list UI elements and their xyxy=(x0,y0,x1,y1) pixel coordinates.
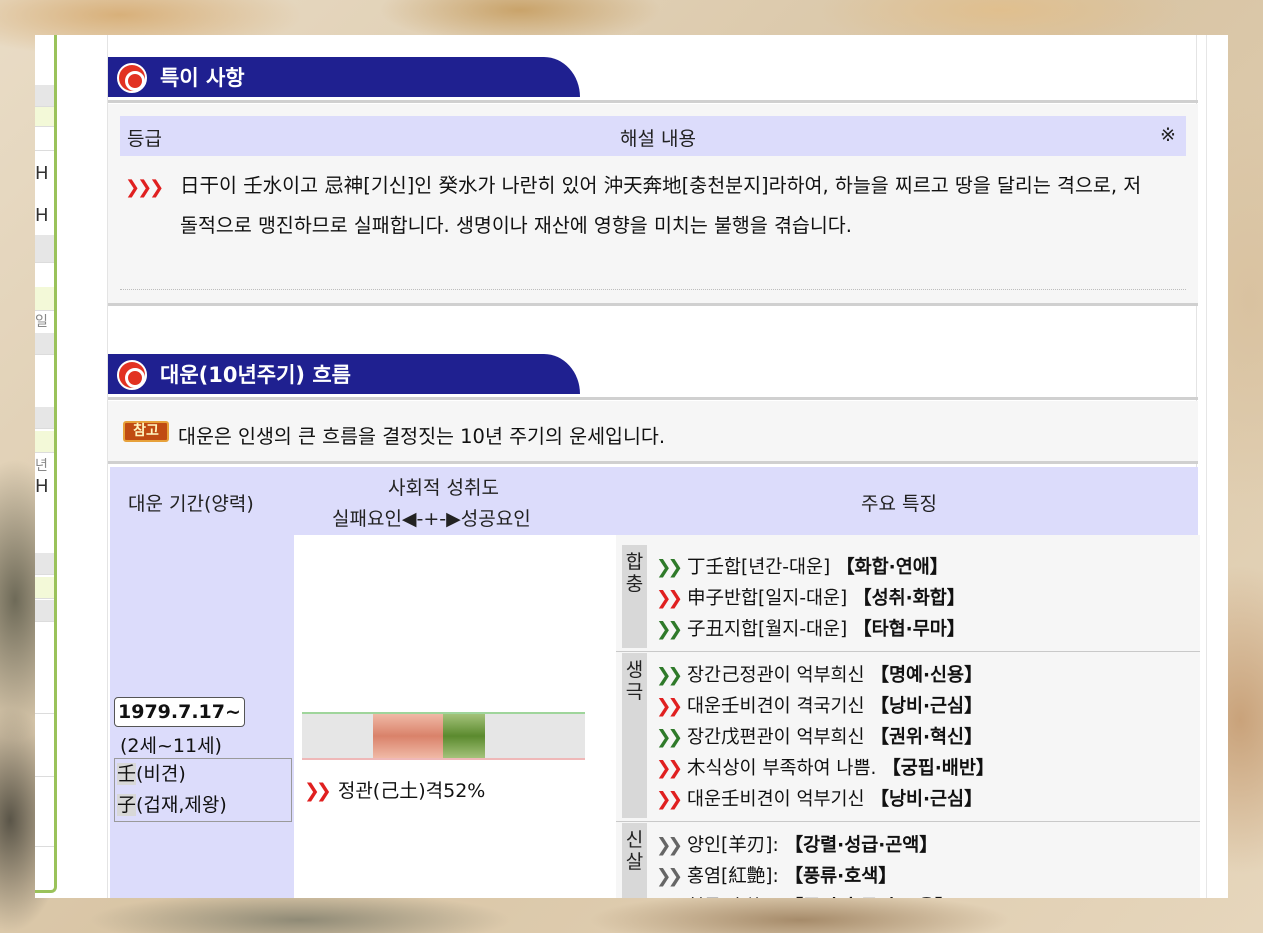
stem-branch-box: 壬(비견) 子(겁재,제왕) xyxy=(114,758,292,822)
branch-char: 子 xyxy=(117,794,137,816)
stem-desc: (비견) xyxy=(136,763,186,785)
daeun-title: 대운(10년주기) 흐름 xyxy=(160,363,351,387)
feature-item-text: 대운壬비견이 격국기신 xyxy=(687,696,865,717)
feature-item-text: 木식상이 부족하여 나쁨. xyxy=(687,758,877,779)
feature-item-text: 협록[夾祿]: xyxy=(687,897,779,898)
main-content: 특이 사항 등급 해설 내용 ※ ❯❯❯ 日干이 壬水이고 忌神[기신]인 癸水… xyxy=(107,35,1200,898)
strip-char-1: H xyxy=(35,163,49,184)
feature-item-keyword: 【낭비·근심】 xyxy=(870,696,983,717)
feature-item: ❯❯ 홍염[紅艶]: 【풍류·호색】 xyxy=(656,862,897,888)
double-chevron-icon: ❯❯ xyxy=(656,619,683,640)
period-date-button[interactable]: 1979.7.17~ xyxy=(114,697,245,727)
feature-item-keyword: 【권위·혁신】 xyxy=(870,727,983,748)
achievement-column-header: 사회적 성취도 xyxy=(388,477,499,499)
content-column-header: 해설 내용 xyxy=(620,128,696,150)
double-chevron-icon: ❯❯ xyxy=(656,665,683,686)
special-notes-title: 특이 사항 xyxy=(160,66,245,90)
feature-item-text: 홍염[紅艶]: xyxy=(687,866,779,887)
feature-group: 생극 ❯❯ 장간己정관이 억부희신 【명예·신용】 ❯❯ 대운壬비견이 격국기신 【낭비… xyxy=(616,653,1200,822)
stem-char: 壬 xyxy=(117,763,137,785)
feature-item: ❯❯ 양인[羊刃]: 【강렬·성급·곤액】 xyxy=(656,831,938,857)
feature-item-keyword: 【궁핍·배반】 xyxy=(882,758,995,779)
double-chevron-icon: ❯❯ xyxy=(656,897,683,898)
feature-item-keyword: 【풍류·호색】 xyxy=(784,866,897,887)
feature-item-keyword: 【주변의 금전 도움】 xyxy=(785,897,954,898)
feature-item-text: 申子반합[일지-대운] xyxy=(687,588,848,609)
feature-item-text: 子丑지합[월지-대운] xyxy=(687,619,848,640)
right-edge xyxy=(1206,35,1228,898)
feature-group: 신살❯❯양인[羊刃]: 【강렬·성급·곤액】❯❯홍염[紅艶]: 【풍류·호색】❯… xyxy=(616,823,1200,898)
double-chevron-icon: ❯❯ xyxy=(656,696,683,717)
section-divider xyxy=(108,397,1198,400)
feature-item: ❯❯ 대운壬비견이 격국기신 【낭비·근심】 xyxy=(656,692,983,718)
triple-chevron-icon: ❯❯❯ xyxy=(125,177,164,198)
target-bullet-icon xyxy=(117,63,147,93)
special-notes-text: 日干이 壬水이고 忌神[기신]인 癸水가 나란히 있어 沖天奔地[충천분지]라하… xyxy=(180,174,1142,237)
branch-desc: (겁재,제왕) xyxy=(136,794,227,816)
double-chevron-icon: ❯❯ xyxy=(656,758,683,779)
feature-item-text: 대운壬비견이 억부기신 xyxy=(687,789,865,810)
pattern-caption-text: 정관(己土)격52% xyxy=(337,780,486,802)
strip-char-5: H xyxy=(35,476,49,497)
left-sidebar-strip: H H 일 년 H xyxy=(35,35,57,893)
feature-item-keyword: 【타협·무마】 xyxy=(853,619,966,640)
feature-item: ❯❯ 협록[夾祿]: 【주변의 금전 도움】 xyxy=(656,893,954,898)
feature-group-label: 합충 xyxy=(622,545,647,648)
period-age: (2세~11세) xyxy=(120,735,222,757)
feature-item: ❯❯ 木식상이 부족하여 나쁨. 【궁핍·배반】 xyxy=(656,754,994,780)
feature-item: ❯❯ 장간戊편관이 억부희신 【권위·혁신】 xyxy=(656,723,983,749)
special-notes-box: 등급 해설 내용 ※ ❯❯❯ 日干이 壬水이고 忌神[기신]인 癸水가 나란히 … xyxy=(108,104,1198,306)
special-notes-table-header: 등급 해설 내용 ※ xyxy=(120,116,1186,156)
feature-item-text: 丁壬합[년간-대운] xyxy=(687,557,831,578)
feature-item-text: 장간戊편관이 억부희신 xyxy=(687,727,865,748)
strip-char-4: 년 xyxy=(35,458,48,474)
double-chevron-icon: ❯❯ xyxy=(304,780,332,802)
daeun-header: 대운(10년주기) 흐름 xyxy=(108,354,580,394)
success-factor-segment xyxy=(442,714,485,758)
page-frame: H H 일 년 H 특이 사항 등급 해설 내용 ※ ❯❯❯ 日干이 壬水이고 … xyxy=(35,35,1228,898)
feature-item-keyword: 【낭비·근심】 xyxy=(870,789,983,810)
features-column-header: 주요 특징 xyxy=(861,493,937,515)
pattern-caption: ❯❯ 정관(己土)격52% xyxy=(304,776,485,803)
double-chevron-icon: ❯❯ xyxy=(656,866,683,887)
reference-badge: 참고 xyxy=(123,421,169,442)
achievement-bar xyxy=(302,712,585,760)
grade-column-header: 등급 xyxy=(127,128,162,150)
strip-char-2: H xyxy=(35,205,49,226)
feature-group: 합충 ❯❯ 丁壬합[년간-대운] 【화합·연애】 ❯❯ 申子반합[일지-대운] 【성취·… xyxy=(616,545,1200,652)
feature-item-keyword: 【강렬·성급·곤액】 xyxy=(784,835,938,856)
daeun-table-header: 대운 기간(양력) 사회적 성취도 실패요인◀-+-▶성공요인 주요 특징 xyxy=(110,467,1198,535)
achievement-scale-header: 실패요인◀-+-▶성공요인 xyxy=(332,508,531,530)
special-notes-header: 특이 사항 xyxy=(108,57,580,97)
period-column-header: 대운 기간(양력) xyxy=(128,493,254,515)
section-divider xyxy=(108,100,1198,103)
feature-group-label: 생극 xyxy=(622,653,647,818)
features-cell: 합충 ❯❯ 丁壬합[년간-대운] 【화합·연애】 ❯❯ 申子반합[일지-대운] 【성취·… xyxy=(616,535,1200,898)
feature-item-keyword: 【명예·신용】 xyxy=(870,665,983,686)
target-bullet-icon xyxy=(117,360,147,390)
feature-group-label: 신살 xyxy=(622,823,647,898)
feature-item-text: 장간己정관이 억부희신 xyxy=(687,665,865,686)
feature-item-text: 양인[羊刃]: xyxy=(687,835,779,856)
fail-factor-segment xyxy=(372,714,444,758)
daeun-note-box: 참고 대운은 인생의 큰 흐름을 결정짓는 10년 주기의 운세입니다. xyxy=(108,401,1198,464)
feature-item-keyword: 【화합·연애】 xyxy=(836,557,949,578)
feature-item: ❯❯ 장간己정관이 억부희신 【명예·신용】 xyxy=(656,661,983,687)
period-cell: 1979.7.17~ (2세~11세) 壬(비견) 子(겁재,제왕) xyxy=(110,535,294,898)
feature-item: ❯❯ 子丑지합[월지-대운] 【타협·무마】 xyxy=(656,615,965,641)
double-chevron-icon: ❯❯ xyxy=(656,557,683,578)
feature-item: ❯❯ 대운壬비견이 억부기신 【낭비·근심】 xyxy=(656,785,983,811)
feature-item: ❯❯ 丁壬합[년간-대운] 【화합·연애】 xyxy=(656,553,948,579)
double-chevron-icon: ❯❯ xyxy=(656,588,683,609)
daeun-note: 대운은 인생의 큰 흐름을 결정짓는 10년 주기의 운세입니다. xyxy=(178,425,666,448)
dotted-divider xyxy=(120,289,1186,290)
feature-item-keyword: 【성취·화합】 xyxy=(853,588,966,609)
note-mark: ※ xyxy=(1160,124,1176,146)
strip-char-3: 일 xyxy=(35,314,48,330)
achievement-cell: ❯❯ 정관(己土)격52% xyxy=(294,535,616,898)
double-chevron-icon: ❯❯ xyxy=(656,789,683,810)
feature-item: ❯❯ 申子반합[일지-대운] 【성취·화합】 xyxy=(656,584,965,610)
double-chevron-icon: ❯❯ xyxy=(656,727,683,748)
double-chevron-icon: ❯❯ xyxy=(656,835,683,856)
